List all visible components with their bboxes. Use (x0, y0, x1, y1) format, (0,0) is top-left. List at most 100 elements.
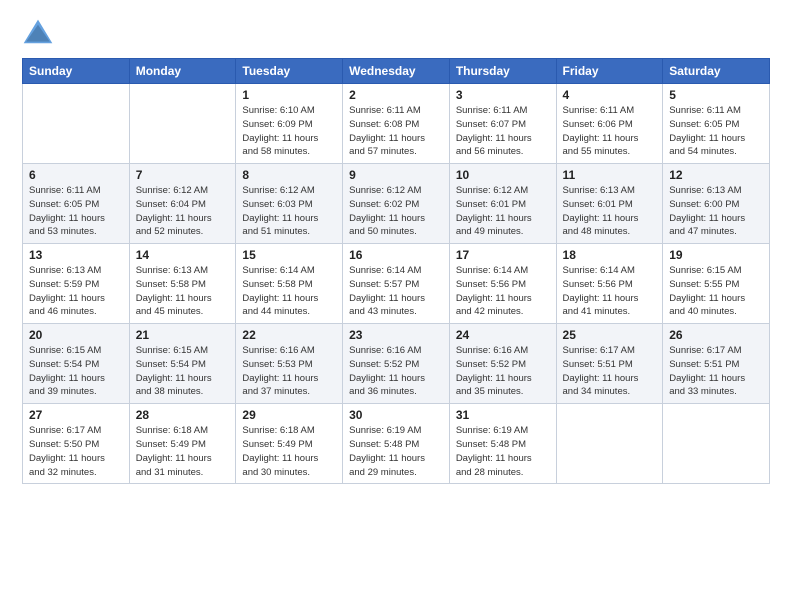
day-info: Sunrise: 6:10 AM Sunset: 6:09 PM Dayligh… (242, 104, 336, 159)
calendar-cell (556, 404, 663, 484)
day-info: Sunrise: 6:14 AM Sunset: 5:58 PM Dayligh… (242, 264, 336, 319)
day-info: Sunrise: 6:13 AM Sunset: 5:59 PM Dayligh… (29, 264, 123, 319)
day-number: 22 (242, 328, 336, 342)
calendar-cell: 7Sunrise: 6:12 AM Sunset: 6:04 PM Daylig… (129, 164, 236, 244)
day-number: 11 (563, 168, 657, 182)
day-number: 2 (349, 88, 443, 102)
col-header-friday: Friday (556, 59, 663, 84)
col-header-sunday: Sunday (23, 59, 130, 84)
logo-icon (22, 18, 54, 50)
header (22, 18, 770, 50)
day-number: 19 (669, 248, 763, 262)
day-number: 6 (29, 168, 123, 182)
calendar-cell: 10 Sunrise: 6:12 AM Sunset: 6:01 PM Dayli… (449, 164, 556, 244)
col-header-thursday: Thursday (449, 59, 556, 84)
day-info: Sunrise: 6:11 AM Sunset: 6:05 PM Dayligh… (669, 104, 763, 159)
calendar-cell: 11 Sunrise: 6:13 AM Sunset: 6:01 PM Dayli… (556, 164, 663, 244)
day-info: Sunrise: 6:12 AM Sunset: 6:03 PM Dayligh… (242, 184, 336, 239)
calendar-header-row: SundayMondayTuesdayWednesdayThursdayFrid… (23, 59, 770, 84)
calendar-cell: 12 Sunrise: 6:13 AM Sunset: 6:00 PM Dayli… (663, 164, 770, 244)
day-number: 8 (242, 168, 336, 182)
day-number: 10 (456, 168, 550, 182)
day-number: 4 (563, 88, 657, 102)
calendar-cell: 29 Sunrise: 6:18 AM Sunset: 5:49 PM Dayli… (236, 404, 343, 484)
day-number: 3 (456, 88, 550, 102)
day-number: 14 (136, 248, 230, 262)
calendar-cell: 31 Sunrise: 6:19 AM Sunset: 5:48 PM Dayli… (449, 404, 556, 484)
day-info: Sunrise: 6:18 AM Sunset: 5:49 PM Dayligh… (242, 424, 336, 479)
day-info: Sunrise: 6:16 AM Sunset: 5:52 PM Dayligh… (456, 344, 550, 399)
day-info: Sunrise: 6:15 AM Sunset: 5:55 PM Dayligh… (669, 264, 763, 319)
calendar-cell: 20Sunrise: 6:15 AM Sunset: 5:54 PM Dayli… (23, 324, 130, 404)
day-info: Sunrise: 6:17 AM Sunset: 5:51 PM Dayligh… (563, 344, 657, 399)
day-info: Sunrise: 6:15 AM Sunset: 5:54 PM Dayligh… (136, 344, 230, 399)
calendar-cell: 17 Sunrise: 6:14 AM Sunset: 5:56 PM Dayli… (449, 244, 556, 324)
calendar-cell: 27 Sunrise: 6:17 AM Sunset: 5:50 PM Dayli… (23, 404, 130, 484)
day-number: 9 (349, 168, 443, 182)
col-header-monday: Monday (129, 59, 236, 84)
day-info: Sunrise: 6:18 AM Sunset: 5:49 PM Dayligh… (136, 424, 230, 479)
col-header-saturday: Saturday (663, 59, 770, 84)
day-number: 29 (242, 408, 336, 422)
calendar-week-row: 6 Sunrise: 6:11 AM Sunset: 6:05 PM Daylig… (23, 164, 770, 244)
calendar-week-row: 20Sunrise: 6:15 AM Sunset: 5:54 PM Dayli… (23, 324, 770, 404)
calendar-week-row: 27 Sunrise: 6:17 AM Sunset: 5:50 PM Dayli… (23, 404, 770, 484)
day-number: 17 (456, 248, 550, 262)
calendar-cell: 25Sunrise: 6:17 AM Sunset: 5:51 PM Dayli… (556, 324, 663, 404)
day-number: 7 (136, 168, 230, 182)
day-number: 15 (242, 248, 336, 262)
calendar-cell: 30Sunrise: 6:19 AM Sunset: 5:48 PM Dayli… (343, 404, 450, 484)
day-number: 18 (563, 248, 657, 262)
day-number: 27 (29, 408, 123, 422)
calendar-table: SundayMondayTuesdayWednesdayThursdayFrid… (22, 58, 770, 484)
calendar-cell: 26Sunrise: 6:17 AM Sunset: 5:51 PM Dayli… (663, 324, 770, 404)
calendar-cell: 16 Sunrise: 6:14 AM Sunset: 5:57 PM Dayli… (343, 244, 450, 324)
day-number: 24 (456, 328, 550, 342)
calendar-cell: 24 Sunrise: 6:16 AM Sunset: 5:52 PM Dayli… (449, 324, 556, 404)
calendar-cell: 21 Sunrise: 6:15 AM Sunset: 5:54 PM Dayli… (129, 324, 236, 404)
calendar-cell: 23Sunrise: 6:16 AM Sunset: 5:52 PM Dayli… (343, 324, 450, 404)
day-info: Sunrise: 6:13 AM Sunset: 5:58 PM Dayligh… (136, 264, 230, 319)
day-info: Sunrise: 6:14 AM Sunset: 5:56 PM Dayligh… (456, 264, 550, 319)
day-number: 28 (136, 408, 230, 422)
day-info: Sunrise: 6:14 AM Sunset: 5:57 PM Dayligh… (349, 264, 443, 319)
col-header-wednesday: Wednesday (343, 59, 450, 84)
calendar-cell (129, 84, 236, 164)
day-info: Sunrise: 6:12 AM Sunset: 6:01 PM Dayligh… (456, 184, 550, 239)
day-number: 31 (456, 408, 550, 422)
calendar-week-row: 13 Sunrise: 6:13 AM Sunset: 5:59 PM Dayli… (23, 244, 770, 324)
calendar-cell: 4 Sunrise: 6:11 AM Sunset: 6:06 PM Daylig… (556, 84, 663, 164)
day-info: Sunrise: 6:17 AM Sunset: 5:50 PM Dayligh… (29, 424, 123, 479)
calendar-cell: 22 Sunrise: 6:16 AM Sunset: 5:53 PM Dayli… (236, 324, 343, 404)
calendar-cell: 2 Sunrise: 6:11 AM Sunset: 6:08 PM Daylig… (343, 84, 450, 164)
calendar-cell: 18 Sunrise: 6:14 AM Sunset: 5:56 PM Dayli… (556, 244, 663, 324)
calendar-cell: 8 Sunrise: 6:12 AM Sunset: 6:03 PM Daylig… (236, 164, 343, 244)
calendar-cell: 19 Sunrise: 6:15 AM Sunset: 5:55 PM Dayli… (663, 244, 770, 324)
day-info: Sunrise: 6:19 AM Sunset: 5:48 PM Dayligh… (456, 424, 550, 479)
logo (22, 18, 58, 50)
day-info: Sunrise: 6:11 AM Sunset: 6:08 PM Dayligh… (349, 104, 443, 159)
day-info: Sunrise: 6:13 AM Sunset: 6:00 PM Dayligh… (669, 184, 763, 239)
day-info: Sunrise: 6:11 AM Sunset: 6:06 PM Dayligh… (563, 104, 657, 159)
calendar-cell: 6 Sunrise: 6:11 AM Sunset: 6:05 PM Daylig… (23, 164, 130, 244)
day-info: Sunrise: 6:11 AM Sunset: 6:07 PM Dayligh… (456, 104, 550, 159)
calendar-cell: 9 Sunrise: 6:12 AM Sunset: 6:02 PM Daylig… (343, 164, 450, 244)
calendar-cell: 14 Sunrise: 6:13 AM Sunset: 5:58 PM Dayli… (129, 244, 236, 324)
day-number: 12 (669, 168, 763, 182)
col-header-tuesday: Tuesday (236, 59, 343, 84)
day-info: Sunrise: 6:16 AM Sunset: 5:53 PM Dayligh… (242, 344, 336, 399)
day-info: Sunrise: 6:13 AM Sunset: 6:01 PM Dayligh… (563, 184, 657, 239)
day-info: Sunrise: 6:11 AM Sunset: 6:05 PM Dayligh… (29, 184, 123, 239)
day-number: 5 (669, 88, 763, 102)
day-number: 21 (136, 328, 230, 342)
calendar-cell: 5 Sunrise: 6:11 AM Sunset: 6:05 PM Daylig… (663, 84, 770, 164)
calendar-cell: 3 Sunrise: 6:11 AM Sunset: 6:07 PM Daylig… (449, 84, 556, 164)
day-number: 16 (349, 248, 443, 262)
day-info: Sunrise: 6:12 AM Sunset: 6:02 PM Dayligh… (349, 184, 443, 239)
day-info: Sunrise: 6:15 AM Sunset: 5:54 PM Dayligh… (29, 344, 123, 399)
day-info: Sunrise: 6:17 AM Sunset: 5:51 PM Dayligh… (669, 344, 763, 399)
day-info: Sunrise: 6:14 AM Sunset: 5:56 PM Dayligh… (563, 264, 657, 319)
day-number: 13 (29, 248, 123, 262)
day-number: 1 (242, 88, 336, 102)
day-info: Sunrise: 6:16 AM Sunset: 5:52 PM Dayligh… (349, 344, 443, 399)
